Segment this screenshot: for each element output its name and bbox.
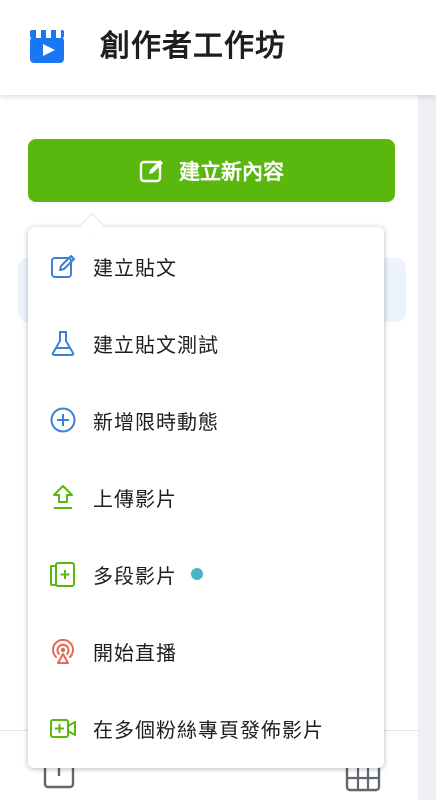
menu-item-label: 開始直播 bbox=[93, 640, 177, 665]
menu-item-label: 新增限時動態 bbox=[93, 409, 219, 434]
menu-item-create-post-test[interactable]: 建立貼文測試 bbox=[28, 313, 384, 373]
plus-circle-icon bbox=[48, 405, 78, 435]
menu-item-label: 建立貼文 bbox=[93, 255, 177, 280]
menu-item-label: 建立貼文測試 bbox=[93, 332, 219, 357]
live-broadcast-icon bbox=[48, 636, 78, 666]
menu-item-go-live[interactable]: 開始直播 bbox=[28, 621, 384, 681]
menu-item-upload-video[interactable]: 上傳影片 bbox=[28, 467, 384, 527]
upload-arrow-icon bbox=[48, 482, 78, 512]
page-title: 創作者工作坊 bbox=[100, 29, 286, 64]
multi-clip-icon bbox=[48, 559, 78, 589]
menu-item-label: 上傳影片 bbox=[93, 486, 177, 511]
app-header: 創作者工作坊 bbox=[0, 0, 436, 95]
menu-item-label: 在多個粉絲專頁發佈影片 bbox=[93, 717, 324, 742]
menu-item-multi-clip-video[interactable]: 多段影片 bbox=[28, 544, 384, 604]
menu-item-label: 多段影片 bbox=[93, 563, 177, 588]
scroll-rail bbox=[418, 95, 436, 800]
clapperboard-play-icon[interactable] bbox=[28, 27, 68, 67]
flask-icon bbox=[48, 328, 78, 358]
video-add-icon bbox=[48, 713, 78, 743]
create-new-content-label: 建立新內容 bbox=[179, 159, 284, 184]
create-new-content-button[interactable]: 建立新內容 bbox=[28, 139, 395, 202]
create-content-menu: 建立貼文 建立貼文測試 新增限時動態 上傳影片 多段影片 開始直播 在多個粉絲專… bbox=[28, 214, 384, 768]
menu-item-add-story[interactable]: 新增限時動態 bbox=[28, 390, 384, 450]
compose-icon bbox=[139, 158, 165, 184]
new-indicator-dot bbox=[191, 568, 203, 580]
menu-item-create-post[interactable]: 建立貼文 bbox=[28, 236, 384, 296]
menu-item-publish-video-multiple-pages[interactable]: 在多個粉絲專頁發佈影片 bbox=[28, 698, 384, 758]
edit-pencil-icon bbox=[48, 251, 78, 281]
